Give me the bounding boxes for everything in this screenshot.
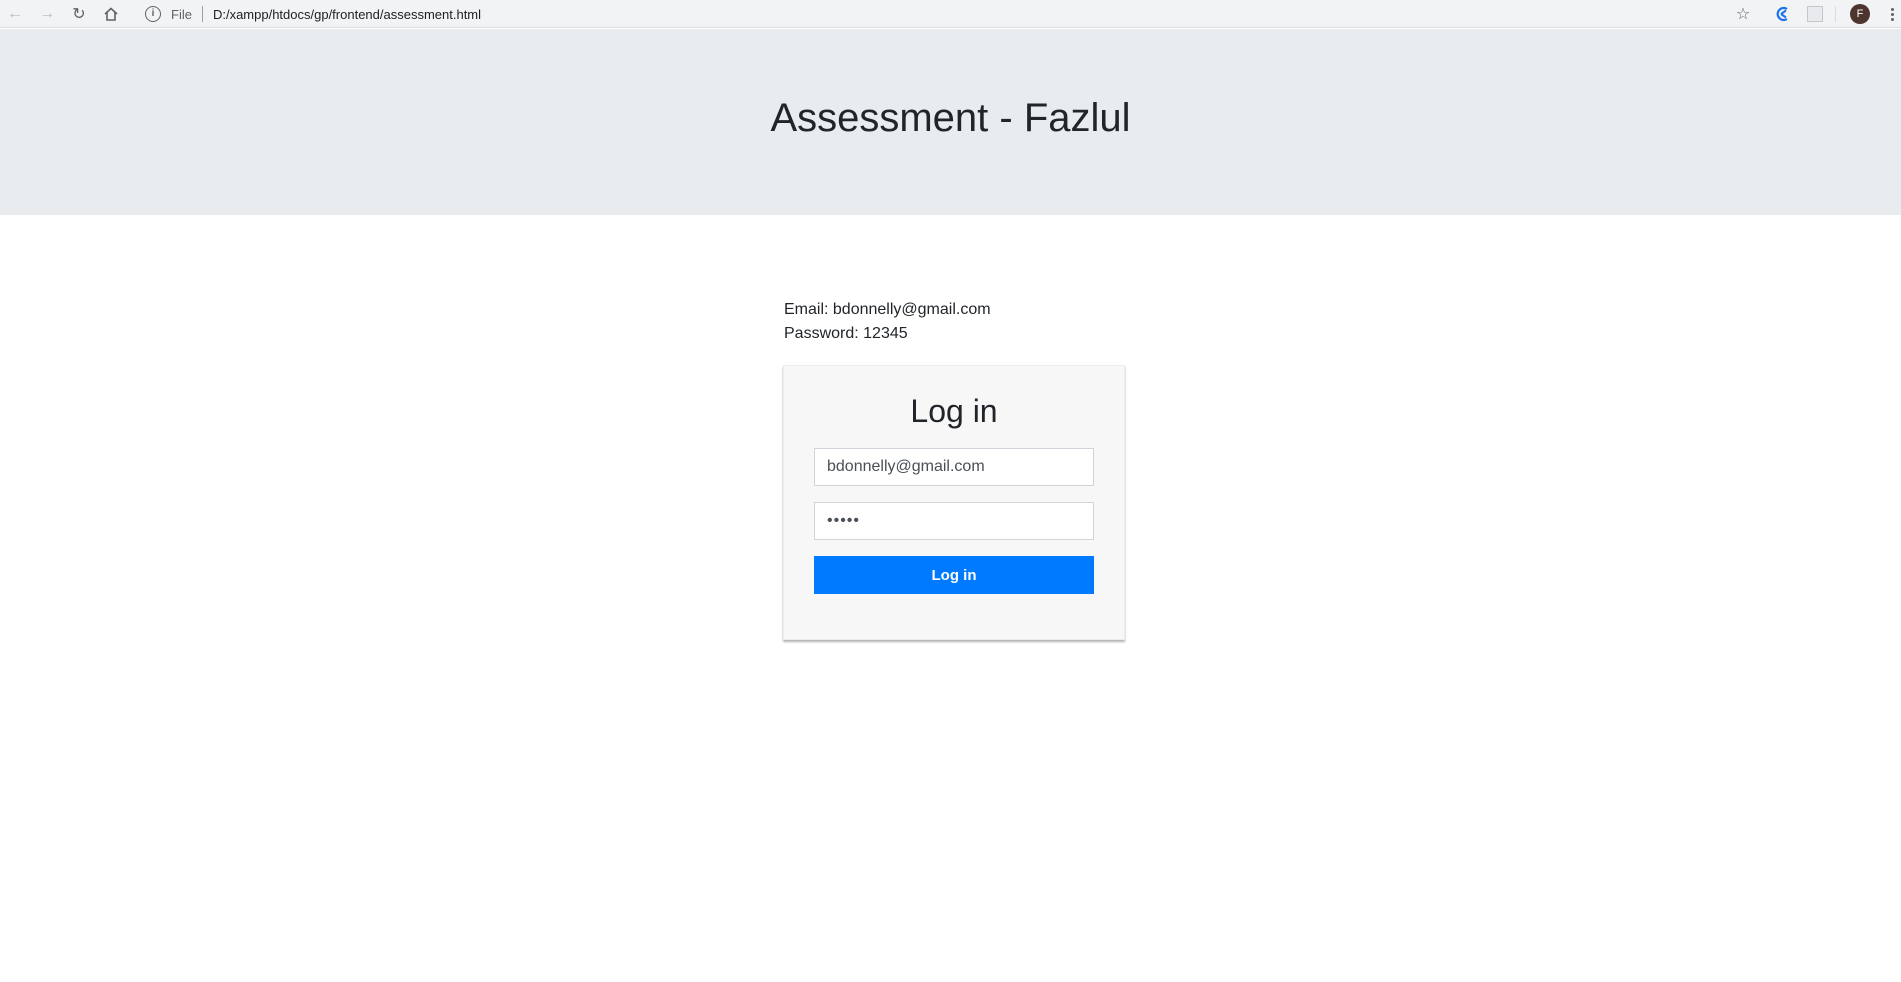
hint-email: Email: bdonnelly@gmail.com	[784, 301, 991, 318]
arrow-right-icon: →	[39, 5, 55, 22]
star-icon: ☆	[1735, 6, 1751, 23]
password-field[interactable]	[814, 502, 1094, 540]
browser-toolbar: ← → ↻ i File D:/xampp/htdocs/gp/frontend…	[0, 0, 1901, 28]
toolbar-divider	[1835, 6, 1836, 22]
page-title: Assessment - Fazlul	[770, 95, 1131, 140]
address-divider	[201, 6, 203, 22]
extension-placeholder-icon	[1807, 6, 1823, 22]
avatar: F	[1850, 4, 1870, 24]
address-bar[interactable]: i File D:/xampp/htdocs/gp/frontend/asses…	[135, 2, 1725, 26]
arrow-left-icon: ←	[7, 5, 23, 22]
kebab-menu-icon	[1890, 7, 1894, 21]
home-icon	[104, 7, 118, 21]
extension-icon	[1776, 6, 1788, 22]
reload-button[interactable]: ↻	[68, 3, 90, 25]
email-field[interactable]	[814, 448, 1094, 486]
extension2-button[interactable]	[1804, 3, 1826, 25]
login-title: Log in	[910, 393, 998, 429]
back-button[interactable]: ←	[4, 3, 26, 25]
login-button[interactable]: Log in	[814, 556, 1094, 594]
scheme-label: File	[171, 6, 192, 22]
reload-icon: ↻	[72, 6, 86, 23]
credentials-hint: Email: bdonnelly@gmail.com Password: 123…	[784, 298, 991, 346]
bookmark-star-button[interactable]: ☆	[1732, 3, 1754, 25]
forward-button[interactable]: →	[36, 3, 58, 25]
hint-password: Password: 12345	[784, 325, 908, 342]
profile-button[interactable]: F	[1849, 3, 1871, 25]
home-button[interactable]	[100, 3, 122, 25]
page-header: Assessment - Fazlul	[0, 29, 1901, 215]
login-card: Log in Log in	[783, 365, 1125, 640]
url-text[interactable]: D:/xampp/htdocs/gp/frontend/assessment.h…	[213, 7, 481, 22]
browser-menu-button[interactable]	[1881, 3, 1901, 25]
info-icon[interactable]: i	[145, 6, 161, 22]
extension-button[interactable]	[1772, 3, 1794, 25]
